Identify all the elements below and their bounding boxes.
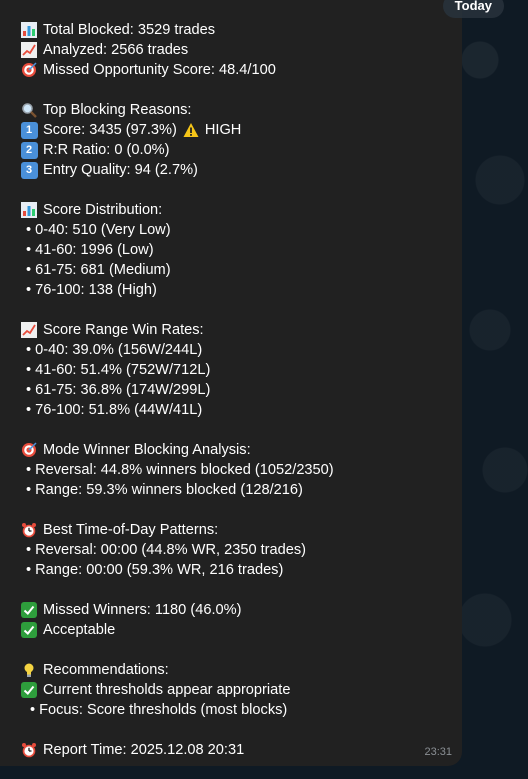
chart-increasing-icon [20, 321, 38, 339]
list-item: • Reversal: 00:00 (44.8% WR, 2350 trades) [26, 542, 307, 558]
list-item: • 0-40: 39.0% (156W/244L) [26, 342, 203, 358]
reasons-title: Top Blocking Reasons: [43, 102, 192, 118]
direct-hit-icon [20, 61, 38, 79]
direct-hit-icon [20, 441, 38, 459]
magnifier-icon [20, 101, 38, 119]
list-item: • 61-75: 681 (Medium) [26, 262, 171, 278]
time-patterns-title-line: Best Time-of-Day Patterns: [20, 520, 454, 540]
report-time-line: Report Time: 2025.12.08 20:31 [20, 740, 454, 760]
alarm-clock-icon [20, 741, 38, 759]
mode-title: Mode Winner Blocking Analysis: [43, 442, 251, 458]
summary-total-line: Total Blocked: 3529 trades [20, 20, 454, 40]
list-item: • Focus: Score thresholds (most blocks) [30, 702, 288, 718]
reason-text: R:R Ratio: 0 (0.0%) [43, 142, 170, 158]
reasons-title-line: Top Blocking Reasons: [20, 100, 454, 120]
warning-icon [182, 121, 200, 139]
keycap-3-icon: 3 [20, 161, 38, 179]
light-bulb-icon [20, 661, 38, 679]
reason-text: Score: 3435 (97.3%) [43, 122, 177, 138]
win-rates-title: Score Range Win Rates: [43, 322, 204, 338]
reason-item: 1 Score: 3435 (97.3%) HIGH [20, 120, 454, 140]
missed-winners-text: Missed Winners: 1180 (46.0%) [43, 602, 242, 618]
list-item: • 61-75: 36.8% (174W/299L) [26, 382, 211, 398]
distribution-title-line: Score Distribution: [20, 200, 454, 220]
report-time-text: Report Time: 2025.12.08 20:31 [43, 742, 245, 758]
severity-badge: HIGH [204, 122, 242, 138]
list-item: • 76-100: 51.8% (44W/41L) [26, 402, 203, 418]
missed-winners-line: Missed Winners: 1180 (46.0%) [20, 600, 454, 620]
mode-title-line: Mode Winner Blocking Analysis: [20, 440, 454, 460]
analyzed-text: Analyzed: 2566 trades [43, 42, 189, 58]
check-mark-button-icon [20, 601, 38, 619]
reason-item: 3 Entry Quality: 94 (2.7%) [20, 160, 454, 180]
message-timestamp: 23:31 [424, 746, 452, 758]
bar-chart-icon [20, 21, 38, 39]
check-mark-button-icon [20, 681, 38, 699]
list-item: • 41-60: 51.4% (752W/712L) [26, 362, 211, 378]
missed-opportunity-text: Missed Opportunity Score: 48.4/100 [43, 62, 276, 78]
recommendations-title-line: Recommendations: [20, 660, 454, 680]
win-rates-title-line: Score Range Win Rates: [20, 320, 454, 340]
list-item: • 0-40: 510 (Very Low) [26, 222, 171, 238]
keycap-1-icon: 1 [20, 121, 38, 139]
list-item: • 41-60: 1996 (Low) [26, 242, 154, 258]
alarm-clock-icon [20, 521, 38, 539]
check-mark-button-icon [20, 621, 38, 639]
summary-analyzed-line: Analyzed: 2566 trades [20, 40, 454, 60]
total-blocked-text: Total Blocked: 3529 trades [43, 22, 215, 38]
date-separator: Today [442, 0, 504, 18]
bar-chart-icon [20, 201, 38, 219]
recommendation-text: Current thresholds appear appropriate [43, 682, 291, 698]
keycap-2-icon: 2 [20, 141, 38, 159]
list-item: • Range: 59.3% winners blocked (128/216) [26, 482, 303, 498]
time-patterns-title: Best Time-of-Day Patterns: [43, 522, 219, 538]
recommendation-line: Current thresholds appear appropriate [20, 680, 454, 700]
distribution-title: Score Distribution: [43, 202, 163, 218]
recommendations-title: Recommendations: [43, 662, 169, 678]
reason-item: 2 R:R Ratio: 0 (0.0%) [20, 140, 454, 160]
reason-text: Entry Quality: 94 (2.7%) [43, 162, 198, 178]
chart-increasing-icon [20, 41, 38, 59]
list-item: • Range: 00:00 (59.3% WR, 216 trades) [26, 562, 284, 578]
list-item: • Reversal: 44.8% winners blocked (1052/2… [26, 462, 334, 478]
summary-score-line: Missed Opportunity Score: 48.4/100 [20, 60, 454, 80]
list-item: • 76-100: 138 (High) [26, 282, 157, 298]
acceptable-text: Acceptable [43, 622, 116, 638]
acceptable-line: Acceptable [20, 620, 454, 640]
message-bubble[interactable]: Total Blocked: 3529 trades Analyzed: 256… [0, 0, 462, 766]
